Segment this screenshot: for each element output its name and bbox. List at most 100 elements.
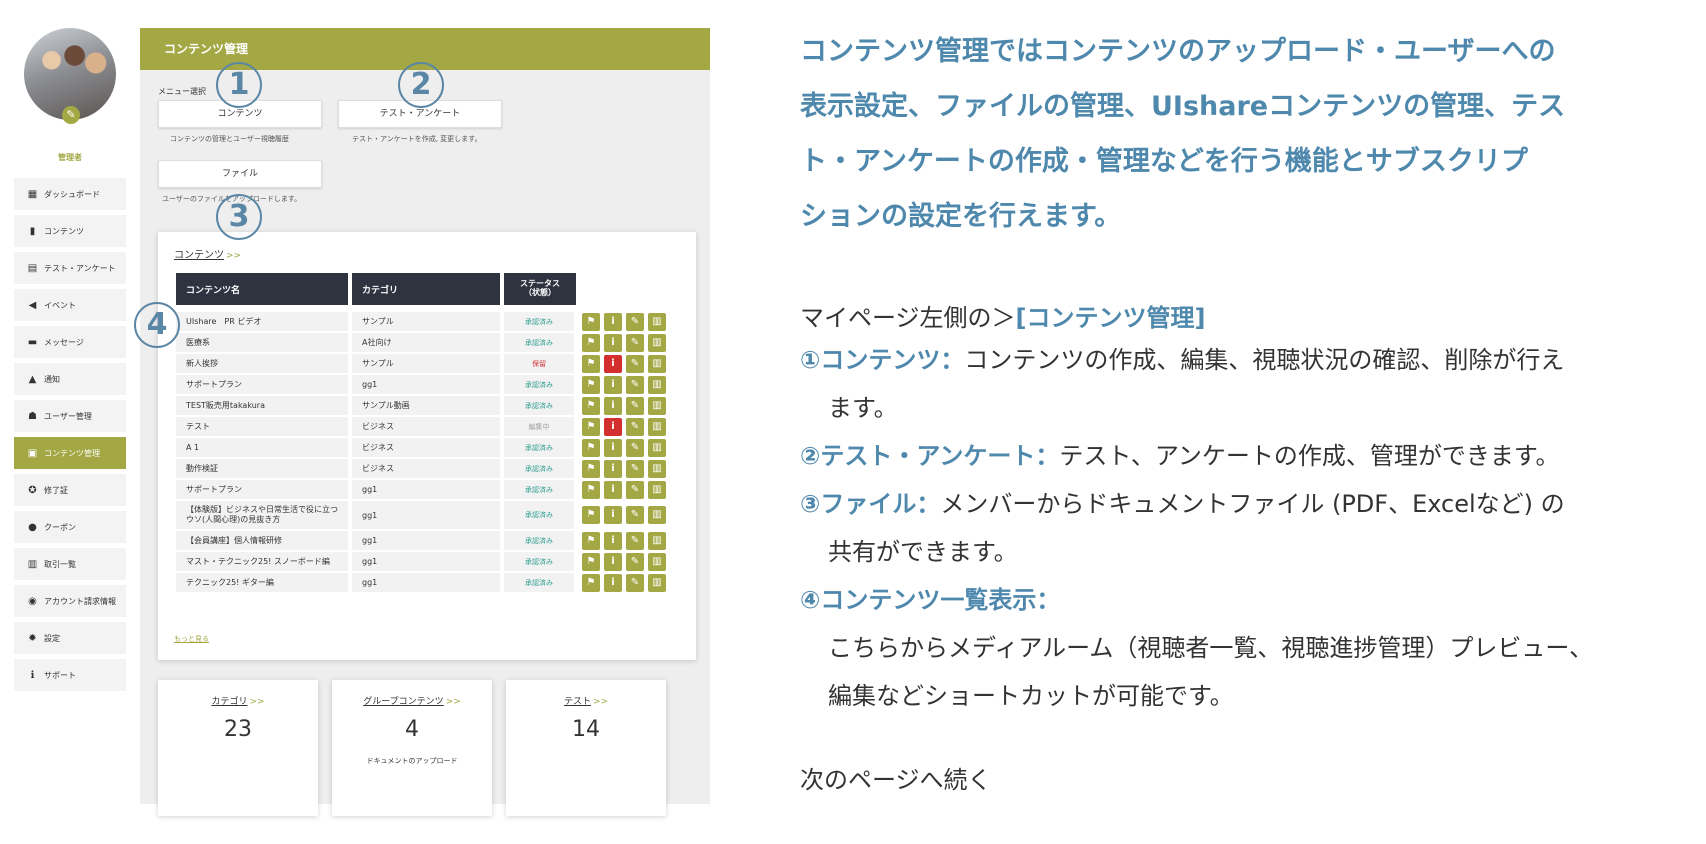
info-icon[interactable]: i bbox=[604, 480, 622, 499]
stat-title-text[interactable]: カテゴリ bbox=[211, 697, 247, 707]
sidebar-item[interactable]: ▬ メッセージ bbox=[14, 326, 126, 358]
sidebar-item[interactable]: ▥ 取引一覧 bbox=[14, 548, 126, 580]
media-room-icon[interactable]: ⚑ bbox=[582, 375, 600, 394]
sidebar-item[interactable]: ✹ 設定 bbox=[14, 622, 126, 654]
trash-icon[interactable]: ▥ bbox=[648, 312, 666, 331]
trash-icon[interactable]: ▥ bbox=[648, 480, 666, 499]
sidebar-item[interactable]: ▦ ダッシュボード bbox=[14, 178, 126, 210]
stat-card[interactable]: テスト >> 14 bbox=[506, 680, 666, 816]
sidebar-item[interactable]: ▮ コンテンツ bbox=[14, 215, 126, 247]
table-row: 動作検証 ビジネス 承認済み ⚑ i ✎ ▥ bbox=[176, 459, 686, 478]
stat-title-text[interactable]: テスト bbox=[564, 697, 591, 707]
stat-title[interactable]: カテゴリ >> bbox=[158, 694, 318, 707]
status-cell: 承認済み bbox=[504, 438, 574, 457]
pencil-icon[interactable]: ✎ bbox=[626, 396, 644, 415]
media-room-icon[interactable]: ⚑ bbox=[582, 506, 600, 524]
info-icon[interactable]: i bbox=[604, 506, 622, 524]
trash-icon[interactable]: ▥ bbox=[648, 506, 666, 524]
sidebar-item[interactable]: ✪ 修了証 bbox=[14, 474, 126, 506]
status-cell: 編集中 bbox=[504, 417, 574, 436]
category-cell: ビジネス bbox=[352, 417, 500, 436]
see-more-link[interactable]: もっと見る bbox=[174, 634, 209, 644]
info-icon[interactable]: i bbox=[604, 312, 622, 331]
pencil-icon[interactable]: ✎ bbox=[626, 459, 644, 478]
sidebar-item[interactable]: ◀ イベント bbox=[14, 289, 126, 321]
double-chevron-icon: >> bbox=[592, 697, 609, 707]
stat-value: 4 bbox=[405, 717, 419, 742]
media-room-icon[interactable]: ⚑ bbox=[582, 459, 600, 478]
trash-icon[interactable]: ▥ bbox=[648, 531, 666, 550]
content-name-cell: TEST販売用takakura bbox=[176, 396, 348, 415]
pencil-icon[interactable]: ✎ bbox=[626, 354, 644, 373]
pencil-icon[interactable]: ✎ bbox=[626, 552, 644, 571]
table-row: 【会員講座】個人情報研修 gg1 承認済み ⚑ i ✎ ▥ bbox=[176, 531, 686, 550]
pencil-icon[interactable]: ✎ bbox=[626, 333, 644, 352]
media-room-icon[interactable]: ⚑ bbox=[582, 312, 600, 331]
double-chevron-icon: >> bbox=[249, 697, 265, 707]
pencil-icon[interactable]: ✎ bbox=[626, 531, 644, 550]
trash-icon[interactable]: ▥ bbox=[648, 573, 666, 592]
media-room-icon[interactable]: ⚑ bbox=[582, 354, 600, 373]
trash-icon[interactable]: ▥ bbox=[648, 459, 666, 478]
lead-paragraph: コンテンツ管理ではコンテンツのアップロード・ユーザーへの 表示設定、ファイルの管… bbox=[800, 24, 1690, 244]
stat-card[interactable]: カテゴリ >> 23 bbox=[158, 680, 318, 816]
media-room-icon[interactable]: ⚑ bbox=[582, 573, 600, 592]
trash-icon[interactable]: ▥ bbox=[648, 552, 666, 571]
pencil-icon[interactable]: ✎ bbox=[62, 106, 80, 124]
info-icon[interactable]: i bbox=[604, 573, 622, 592]
item-3-title: ③ファイル： bbox=[800, 490, 941, 518]
table-row: テスト ビジネス 編集中 ⚑ i ✎ ▥ bbox=[176, 417, 686, 436]
stat-value: 14 bbox=[572, 717, 600, 742]
trash-icon[interactable]: ▥ bbox=[648, 354, 666, 373]
pencil-icon[interactable]: ✎ bbox=[626, 438, 644, 457]
pencil-icon[interactable]: ✎ bbox=[626, 506, 644, 524]
info-icon[interactable]: i bbox=[604, 417, 622, 436]
file-menu-button[interactable]: ファイル bbox=[158, 160, 322, 188]
trash-icon[interactable]: ▥ bbox=[648, 438, 666, 457]
info-icon[interactable]: i bbox=[604, 531, 622, 550]
info-icon[interactable]: i bbox=[604, 552, 622, 571]
media-room-icon[interactable]: ⚑ bbox=[582, 531, 600, 550]
trash-icon[interactable]: ▥ bbox=[648, 417, 666, 436]
sidebar-item[interactable]: ℹ サポート bbox=[14, 659, 126, 691]
info-icon[interactable]: i bbox=[604, 459, 622, 478]
media-room-icon[interactable]: ⚑ bbox=[582, 396, 600, 415]
row-actions: ⚑ i ✎ ▥ bbox=[582, 438, 666, 457]
pencil-icon[interactable]: ✎ bbox=[626, 573, 644, 592]
content-list-title[interactable]: コンテンツ >> bbox=[174, 246, 241, 261]
sidebar-item[interactable]: ▤ テスト・アンケート bbox=[14, 252, 126, 284]
sidebar-item[interactable]: ◉ アカウント請求情報 bbox=[14, 585, 126, 617]
category-cell: gg1 bbox=[352, 531, 500, 550]
media-room-icon[interactable]: ⚑ bbox=[582, 333, 600, 352]
pencil-icon[interactable]: ✎ bbox=[626, 417, 644, 436]
sidebar-item[interactable]: ● クーポン bbox=[14, 511, 126, 543]
content-name-cell: テスト bbox=[176, 417, 348, 436]
info-icon[interactable]: i bbox=[604, 375, 622, 394]
trash-icon[interactable]: ▥ bbox=[648, 375, 666, 394]
stat-title[interactable]: グループコンテンツ >> bbox=[332, 694, 492, 707]
row-actions: ⚑ i ✎ ▥ bbox=[582, 375, 666, 394]
info-icon[interactable]: i bbox=[604, 396, 622, 415]
sidebar: ▦ ダッシュボード ▮ コンテンツ ▤ テスト・アンケート ◀ イベント ▬ メッセージ ▲ 通知 ☗ ユ… bbox=[14, 178, 126, 696]
sidebar-item[interactable]: ▲ 通知 bbox=[14, 363, 126, 395]
stat-title[interactable]: テスト >> bbox=[506, 694, 666, 707]
pencil-icon[interactable]: ✎ bbox=[626, 312, 644, 331]
stat-card[interactable]: グループコンテンツ >> 4 ドキュメントのアップロード bbox=[332, 680, 492, 816]
stat-title-text[interactable]: グループコンテンツ bbox=[363, 697, 443, 707]
info-icon[interactable]: i bbox=[604, 354, 622, 373]
media-room-icon[interactable]: ⚑ bbox=[582, 438, 600, 457]
pencil-icon[interactable]: ✎ bbox=[626, 375, 644, 394]
info-icon[interactable]: i bbox=[604, 333, 622, 352]
sidebar-item[interactable]: ▣ コンテンツ管理 bbox=[14, 437, 126, 469]
media-room-icon[interactable]: ⚑ bbox=[582, 417, 600, 436]
trash-icon[interactable]: ▥ bbox=[648, 396, 666, 415]
media-room-icon[interactable]: ⚑ bbox=[582, 552, 600, 571]
row-actions: ⚑ i ✎ ▥ bbox=[582, 354, 666, 373]
info-icon[interactable]: i bbox=[604, 438, 622, 457]
pencil-icon[interactable]: ✎ bbox=[626, 480, 644, 499]
sidebar-item[interactable]: ☗ ユーザー管理 bbox=[14, 400, 126, 432]
trash-icon[interactable]: ▥ bbox=[648, 333, 666, 352]
media-room-icon[interactable]: ⚑ bbox=[582, 480, 600, 499]
content-list-title-text[interactable]: コンテンツ bbox=[174, 250, 224, 261]
table-row: TEST販売用takakura サンプル動画 承認済み ⚑ i ✎ ▥ bbox=[176, 396, 686, 415]
